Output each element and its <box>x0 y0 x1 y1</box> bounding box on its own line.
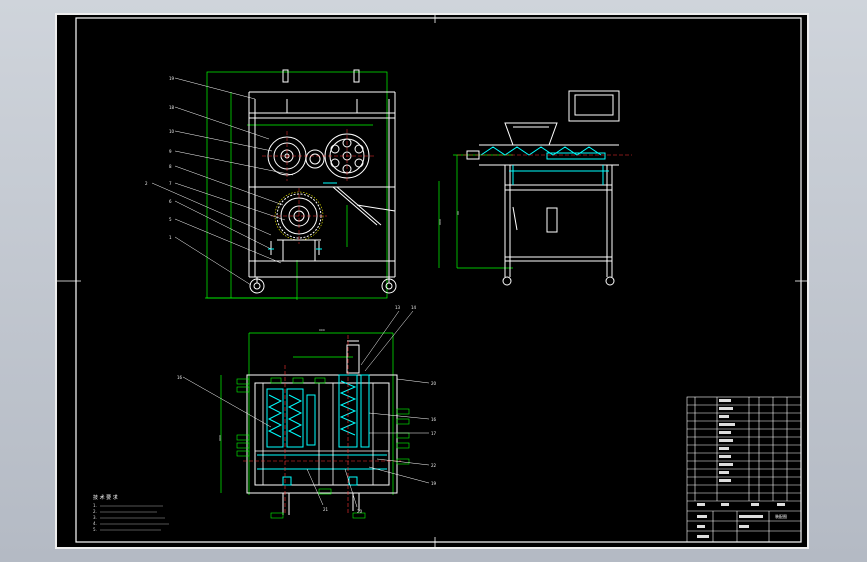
svg-text:000: 000 <box>438 219 442 225</box>
svg-text:21: 21 <box>323 507 329 512</box>
technical-requirements: 技 术 要 求 1. 2. 3. 4. 5. <box>93 494 169 532</box>
svg-text:6: 6 <box>169 199 172 204</box>
svg-text:17: 17 <box>431 431 437 436</box>
inner-frame <box>75 17 802 543</box>
svg-text:14: 14 <box>411 305 417 310</box>
svg-text:9: 9 <box>169 149 172 154</box>
svg-text:7: 7 <box>169 181 172 186</box>
svg-text:20: 20 <box>431 381 437 386</box>
tech-note: 5. <box>93 527 97 532</box>
svg-text:22: 22 <box>431 463 437 468</box>
title-block-name: 装配图 <box>775 513 787 519</box>
svg-text:13: 13 <box>395 305 401 310</box>
svg-text:18: 18 <box>169 105 175 110</box>
drawing-sheet: 19 18 10 9 8 7 2 6 5 1 000 00 000 16 13 … <box>55 13 809 549</box>
svg-text:00: 00 <box>456 211 460 215</box>
tech-note: 3. <box>93 515 97 520</box>
svg-text:19: 19 <box>169 76 175 81</box>
svg-text:000: 000 <box>319 328 325 332</box>
svg-text:000: 000 <box>218 435 222 441</box>
svg-text:16: 16 <box>431 417 437 422</box>
svg-text:19: 19 <box>431 481 437 486</box>
front-view: 19 18 10 9 8 7 2 6 5 1 <box>145 69 397 300</box>
tech-req-title: 技 术 要 求 <box>93 494 118 501</box>
svg-text:10: 10 <box>169 129 175 134</box>
tech-note: 1. <box>93 503 97 508</box>
tech-note: 2. <box>93 509 97 514</box>
svg-text:1: 1 <box>169 235 172 240</box>
svg-text:16: 16 <box>177 375 183 380</box>
svg-text:2: 2 <box>145 181 148 186</box>
title-block: 装配图 <box>686 396 802 543</box>
svg-text:20: 20 <box>357 509 363 514</box>
section-view: 000 16 13 14 20 16 17 22 19 21 20 000 <box>177 305 437 519</box>
side-view: 000 00 <box>438 90 632 286</box>
svg-text:8: 8 <box>169 164 172 169</box>
assembly-drawing: 19 18 10 9 8 7 2 6 5 1 000 00 000 16 13 … <box>57 15 807 547</box>
svg-text:5: 5 <box>169 217 172 222</box>
tech-note: 4. <box>93 521 97 526</box>
